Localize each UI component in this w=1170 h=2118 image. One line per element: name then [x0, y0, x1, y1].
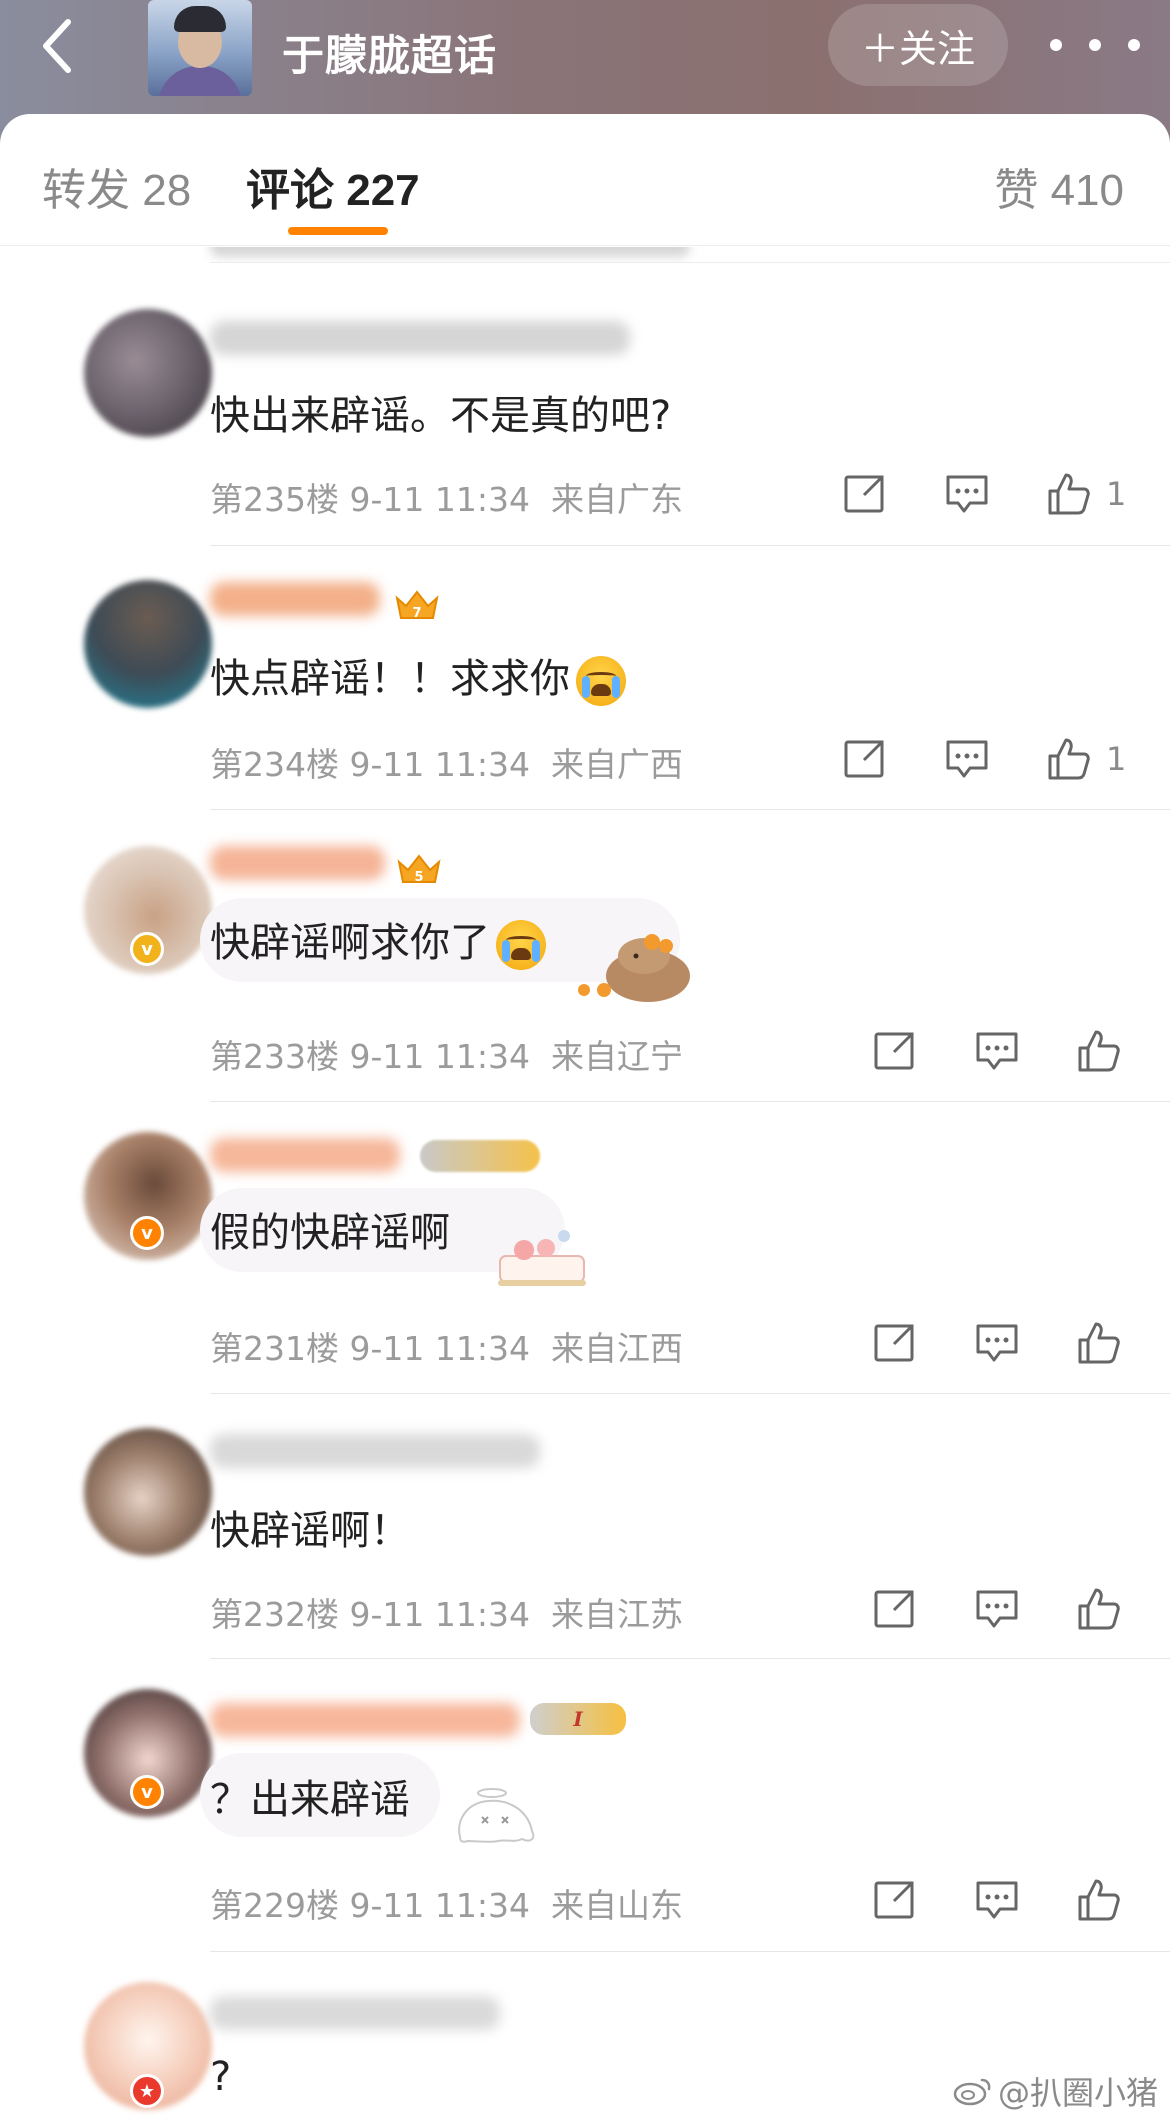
like-button[interactable] — [1042, 732, 1096, 786]
verified-badge-icon: v — [130, 1216, 164, 1250]
verified-badge-icon: v — [130, 1775, 164, 1809]
share-box-icon — [874, 1324, 914, 1362]
comment-text: ? — [210, 2054, 232, 2100]
comment-meta: 第229楼 9-11 11:34 来自山东 — [210, 1886, 683, 1925]
username[interactable] — [210, 1434, 540, 1468]
username[interactable] — [210, 846, 385, 880]
username[interactable] — [210, 1996, 500, 2030]
user-avatar[interactable] — [84, 580, 212, 708]
comment-text: 快出来辟谣。不是真的吧? — [210, 393, 672, 439]
comment-meta: 第231楼 9-11 11:34 来自江西 — [210, 1329, 683, 1368]
verified-badge-icon: ★ — [130, 2074, 164, 2108]
tab-likes[interactable]: 赞 410 — [994, 154, 1124, 218]
share-box-icon — [844, 740, 884, 778]
thumbs-up-icon — [1048, 738, 1090, 780]
chat-bubble-icon — [976, 1032, 1018, 1070]
cake-sticker-icon — [494, 1226, 590, 1295]
username[interactable] — [210, 321, 630, 355]
username[interactable] — [210, 1703, 520, 1737]
super-topic-title[interactable]: 于朦胧超话 — [282, 22, 497, 83]
chat-bubble-icon — [976, 1881, 1018, 1919]
share-box-icon — [874, 1032, 914, 1070]
share-box-icon — [874, 1881, 914, 1919]
comment-text: ？出来辟谣 — [210, 1777, 410, 1823]
comment-text: 快辟谣啊求你了 — [210, 910, 546, 970]
like-button[interactable] — [1072, 1024, 1126, 1078]
comment-item[interactable]: 快辟谣啊！ 第232楼 9-11 11:34 来自江苏 — [0, 1394, 1170, 1659]
comment-meta: 第232楼 9-11 11:34 来自江苏 — [210, 1595, 683, 1634]
crying-emoji-icon — [496, 920, 546, 970]
weibo-logo-icon — [953, 2078, 991, 2106]
repost-button[interactable] — [868, 1316, 922, 1370]
like-button[interactable] — [1072, 1316, 1126, 1370]
repost-button[interactable] — [838, 732, 892, 786]
ghost-sticker-icon — [452, 1785, 544, 1850]
comment-text: 快点辟谣！！求求你 — [210, 646, 626, 706]
chevron-left-icon — [43, 19, 71, 73]
reply-button[interactable] — [940, 467, 994, 521]
more-button[interactable] — [1050, 20, 1140, 70]
repost-button[interactable] — [868, 1024, 922, 1078]
chat-bubble-icon — [946, 475, 988, 513]
comment-meta: 第234楼 9-11 11:34 来自广西 — [210, 745, 683, 784]
reply-button[interactable] — [940, 732, 994, 786]
like-button[interactable] — [1042, 467, 1096, 521]
member-crown-icon: 7 — [394, 588, 440, 622]
reply-button[interactable] — [970, 1316, 1024, 1370]
comment-item[interactable]: v 5 快辟谣啊求你了 第233楼 9-11 11:34 来自辽宁 — [0, 810, 1170, 1102]
comment-item[interactable]: v 假的快辟谣啊 第231楼 9-11 11:34 来自江西 — [0, 1102, 1170, 1394]
like-button[interactable] — [1072, 1582, 1126, 1636]
like-button[interactable] — [1072, 1873, 1126, 1927]
comment-meta: 第233楼 9-11 11:34 来自辽宁 — [210, 1037, 683, 1076]
thumbs-up-icon — [1078, 1588, 1120, 1630]
comment-text: 假的快辟谣啊 — [210, 1210, 450, 1256]
verified-badge-icon: v — [130, 932, 164, 966]
tab-comments[interactable]: 评论 227 — [246, 154, 420, 218]
member-crown-icon: 5 — [396, 852, 442, 886]
back-button[interactable] — [28, 16, 88, 76]
comment-text: 快辟谣啊！ — [210, 1508, 410, 1554]
tab-reposts[interactable]: 转发 28 — [42, 154, 191, 218]
username[interactable] — [210, 1138, 400, 1172]
member-badge-icon: I — [530, 1703, 626, 1735]
chat-bubble-icon — [976, 1590, 1018, 1628]
tab-bar: 转发 28 评论 227 赞 410 — [0, 114, 1170, 246]
thumbs-up-icon — [1078, 1030, 1120, 1072]
comment-item[interactable]: v I ？出来辟谣 第229楼 9-11 11:34 来自山东 — [0, 1659, 1170, 1952]
active-tab-indicator — [288, 227, 388, 235]
user-avatar[interactable] — [84, 1428, 212, 1556]
capybara-sticker-icon — [570, 918, 710, 1013]
svg-text:7: 7 — [412, 606, 421, 621]
like-count: 1 — [1106, 475, 1127, 513]
thumbs-up-icon — [1078, 1879, 1120, 1921]
comment-meta: 第235楼 9-11 11:34 来自广东 — [210, 480, 683, 519]
member-badge-icon — [420, 1140, 540, 1172]
crying-emoji-icon — [576, 656, 626, 706]
username[interactable] — [210, 582, 380, 616]
reply-button[interactable] — [970, 1024, 1024, 1078]
repost-button[interactable] — [838, 467, 892, 521]
reply-button[interactable] — [970, 1873, 1024, 1927]
user-avatar[interactable] — [84, 309, 212, 437]
thumbs-up-icon — [1078, 1322, 1120, 1364]
reply-button[interactable] — [970, 1582, 1024, 1636]
super-topic-avatar[interactable] — [148, 0, 252, 96]
repost-button[interactable] — [868, 1873, 922, 1927]
watermark: @扒圈小猪 — [952, 2068, 1158, 2114]
chat-bubble-icon — [976, 1324, 1018, 1362]
share-box-icon — [844, 475, 884, 513]
like-count: 1 — [1106, 740, 1127, 778]
repost-button[interactable] — [868, 1582, 922, 1636]
previous-comment-fragment — [0, 247, 1170, 263]
share-box-icon — [874, 1590, 914, 1628]
comment-item[interactable]: 快出来辟谣。不是真的吧? 第235楼 9-11 11:34 来自广东 1 — [0, 263, 1170, 546]
ellipsis-icon — [1050, 39, 1062, 51]
thumbs-up-icon — [1048, 473, 1090, 515]
follow-button[interactable]: ＋关注 — [828, 4, 1008, 86]
chat-bubble-icon — [946, 740, 988, 778]
comment-item[interactable]: 7 快点辟谣！！求求你 第234楼 9-11 11:34 来自广西 1 — [0, 546, 1170, 810]
svg-text:5: 5 — [414, 870, 423, 885]
